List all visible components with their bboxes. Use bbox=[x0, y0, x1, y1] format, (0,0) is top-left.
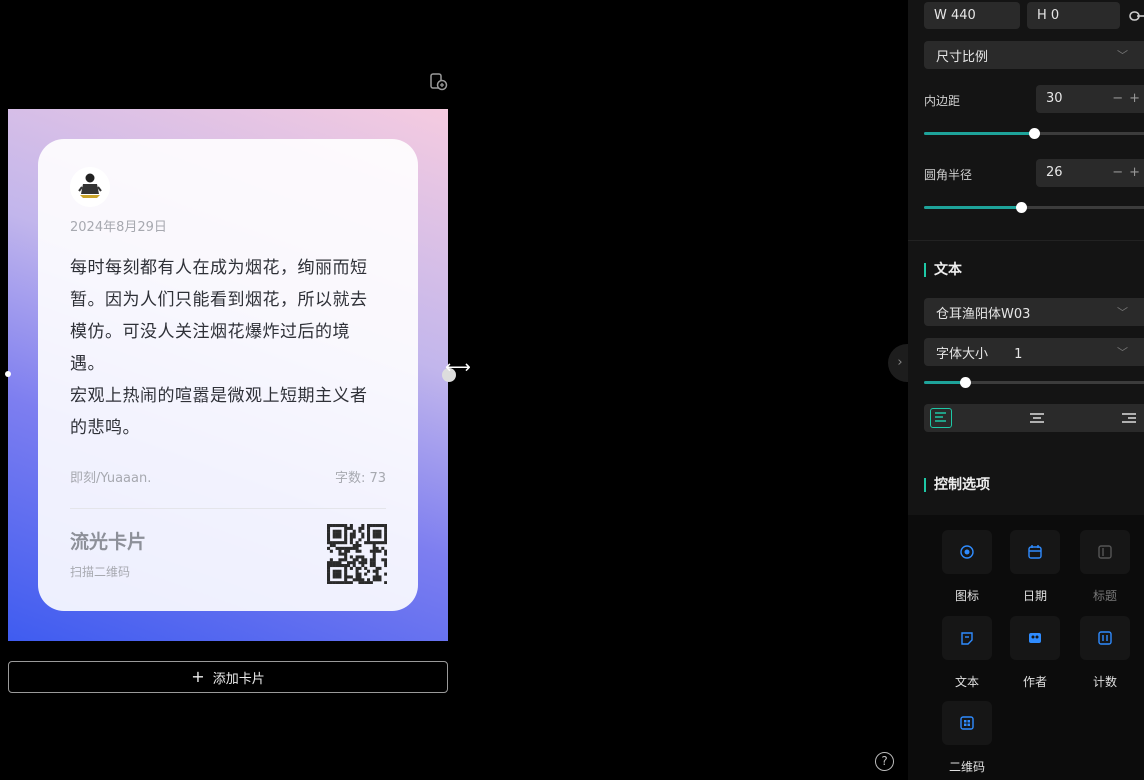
toggle-counter-button[interactable] bbox=[1080, 616, 1130, 660]
add-card-label: 添加卡片 bbox=[212, 671, 265, 687]
radius-label: 圆角半径 bbox=[924, 168, 973, 182]
text-section-title: 文本 bbox=[924, 263, 962, 277]
toggle-icon-label: 图标 bbox=[954, 589, 979, 603]
minus-plus-icon[interactable]: −+ bbox=[1112, 165, 1144, 181]
radius-value: 26 bbox=[1046, 165, 1063, 180]
controls-section-title: 控制选项 bbox=[924, 478, 990, 492]
radius-slider-knob[interactable] bbox=[1016, 202, 1027, 213]
font-size-slider-knob[interactable] bbox=[960, 377, 971, 388]
font-size-label: 字体大小 bbox=[936, 346, 989, 362]
horizontal-resize-cursor-icon: ⟷ bbox=[445, 357, 471, 378]
card-divider bbox=[70, 508, 386, 509]
toggle-author-button[interactable] bbox=[1010, 616, 1060, 660]
padding-slider-knob[interactable] bbox=[1029, 128, 1040, 139]
padding-slider-fill bbox=[924, 132, 1034, 135]
toggle-title-button[interactable] bbox=[1080, 530, 1130, 574]
width-field[interactable]: W 440 bbox=[924, 2, 1020, 29]
padding-label: 内边距 bbox=[924, 94, 961, 108]
app-root: ⟷ 2024年8月29日 每时每刻都有人在成为烟花，绚丽而短暂。因为人们只能看到… bbox=[0, 0, 1144, 780]
section-divider bbox=[908, 240, 1144, 241]
font-size-slider[interactable] bbox=[924, 377, 1144, 388]
card-brand-title: 流光卡片 bbox=[70, 531, 147, 553]
qrcode-image bbox=[327, 524, 388, 585]
chevron-down-icon: ﹀ bbox=[1117, 346, 1128, 359]
align-center-icon[interactable] bbox=[1026, 408, 1048, 428]
word-count: 字数: 73 bbox=[334, 471, 386, 486]
link-ratio-icon[interactable] bbox=[1128, 8, 1144, 22]
radius-slider-fill bbox=[924, 206, 1021, 209]
toggle-icon-button[interactable] bbox=[942, 530, 992, 574]
padding-value: 30 bbox=[1046, 91, 1063, 106]
align-left-icon[interactable] bbox=[930, 408, 952, 428]
padding-slider[interactable] bbox=[924, 128, 1144, 139]
controls-grid: 图标 日期 标题 文本 作者 计数 二维码 bbox=[908, 515, 1144, 780]
text-align-group bbox=[924, 404, 1144, 432]
align-right-icon[interactable] bbox=[1118, 408, 1140, 428]
radius-stepper[interactable]: 26 −+ bbox=[1036, 159, 1144, 187]
card-body-text: 每时每刻都有人在成为烟花，绚丽而短暂。因为人们只能看到烟花，所以就去模仿。可没人… bbox=[70, 258, 368, 438]
minus-plus-icon[interactable]: −+ bbox=[1112, 91, 1144, 107]
card-author: 即刻/Yuaaan. bbox=[70, 471, 152, 486]
radius-slider[interactable] bbox=[924, 202, 1144, 213]
toggle-date-label: 日期 bbox=[1022, 589, 1047, 603]
font-size-group: 字体大小 1 bbox=[936, 343, 1022, 362]
toggle-text-label: 文本 bbox=[954, 675, 979, 689]
scan-qr-hint: 扫描二维码 bbox=[70, 565, 131, 579]
settings-panel: W 440 H 0 尺寸比例 ﹀ 内边距 30 −+ 圆角半径 26 −+ 文本… bbox=[908, 0, 1144, 780]
chevron-down-icon: ﹀ bbox=[1117, 49, 1128, 62]
plus-icon: + bbox=[191, 667, 205, 686]
padding-stepper[interactable]: 30 −+ bbox=[1036, 85, 1144, 113]
card-date: 2024年8月29日 bbox=[70, 220, 167, 235]
avatar bbox=[70, 167, 110, 207]
toggle-counter-label: 计数 bbox=[1092, 675, 1117, 689]
toggle-date-button[interactable] bbox=[1010, 530, 1060, 574]
add-card-button[interactable]: + 添加卡片 bbox=[8, 661, 448, 693]
size-ratio-select[interactable]: 尺寸比例 ﹀ bbox=[924, 41, 1144, 69]
font-family-value: 仓耳渔阳体W03 bbox=[936, 306, 1031, 322]
toggle-qrcode-button[interactable] bbox=[942, 701, 992, 745]
toggle-title-label: 标题 bbox=[1092, 589, 1117, 603]
size-ratio-value: 尺寸比例 bbox=[936, 49, 989, 65]
font-size-select[interactable]: 字体大小 1 ﹀ bbox=[924, 338, 1144, 366]
toggle-text-button[interactable] bbox=[942, 616, 992, 660]
duplicate-card-icon[interactable] bbox=[428, 72, 448, 92]
help-icon[interactable]: ? bbox=[875, 752, 894, 771]
toggle-author-label: 作者 bbox=[1022, 675, 1047, 689]
font-size-slider-fill bbox=[924, 381, 965, 384]
font-size-value: 1 bbox=[1014, 346, 1023, 362]
font-family-select[interactable]: 仓耳渔阳体W03 ﹀ bbox=[924, 298, 1144, 326]
toggle-qrcode-label: 二维码 bbox=[948, 760, 985, 774]
chevron-down-icon: ﹀ bbox=[1117, 306, 1128, 319]
height-field[interactable]: H 0 bbox=[1027, 2, 1120, 29]
resize-handle-left[interactable] bbox=[5, 371, 11, 377]
